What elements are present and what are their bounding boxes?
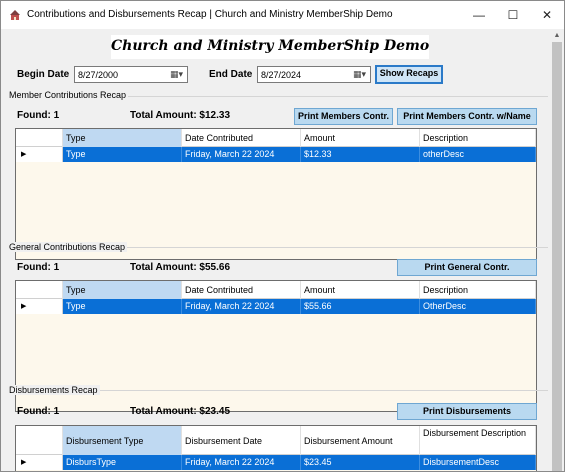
general-found-count: Found: 1 (17, 262, 60, 273)
grid-cell[interactable]: Type (63, 299, 182, 314)
scroll-up-arrow-icon[interactable]: ▲ (552, 31, 562, 41)
client-area: Church and Ministry MemberShip Demo Begi… (1, 29, 550, 471)
column-header[interactable]: Type (63, 129, 182, 147)
app-icon (10, 10, 20, 20)
row-indicator-icon[interactable]: ▶ (16, 455, 63, 470)
row-indicator-icon[interactable]: ▶ (16, 147, 63, 162)
grid-cell[interactable]: DisbursType (63, 455, 182, 470)
vertical-scrollbar[interactable]: ▲ (550, 29, 564, 471)
table-row[interactable]: ▶ Type Friday, March 22 2024 $12.33 othe… (16, 147, 536, 162)
member-found-count: Found: 1 (17, 110, 60, 121)
member-total-amount: Total Amount: $12.33 (130, 110, 231, 121)
grid-cell[interactable]: Type (63, 147, 182, 162)
disbursements-section-title: Disbursements Recap (7, 385, 100, 395)
title-bar[interactable]: Contributions and Disbursements Recap | … (1, 1, 564, 29)
column-header[interactable]: Disbursement Date (182, 426, 301, 455)
disbursements-total-amount: Total Amount: $23.45 (130, 406, 231, 417)
banner-title: Church and Ministry MemberShip Demo (111, 38, 430, 54)
row-header-corner (16, 426, 63, 455)
end-date-value: 8/27/2024 (261, 70, 302, 80)
begin-date-value: 8/27/2000 (78, 70, 119, 80)
column-header[interactable]: Description (420, 129, 536, 147)
general-total-amount: Total Amount: $55.66 (130, 262, 231, 273)
table-row[interactable]: ▶ Type Friday, March 22 2024 $55.66 Othe… (16, 299, 536, 314)
disbursements-grid[interactable]: Disbursement Type Disbursement Date Disb… (15, 425, 537, 471)
banner: Church and Ministry MemberShip Demo (111, 35, 429, 59)
scrollbar-thumb[interactable] (552, 42, 562, 471)
general-section-title: General Contributions Recap (7, 242, 128, 252)
begin-date-label: Begin Date (17, 69, 70, 80)
grid-cell[interactable]: $55.66 (301, 299, 420, 314)
grid-cell[interactable]: otherDesc (420, 147, 536, 162)
column-header[interactable]: Description (420, 281, 536, 299)
end-date-picker[interactable]: 8/27/2024 ▦▾ (257, 66, 371, 83)
show-recaps-button[interactable]: Show Recaps (375, 65, 443, 84)
minimize-button[interactable]: — (462, 1, 496, 29)
grid-cell[interactable]: Friday, March 22 2024 (182, 299, 301, 314)
print-members-button[interactable]: Print Members Contr. (294, 108, 393, 125)
close-button[interactable]: ✕ (530, 1, 564, 29)
grid-cell[interactable]: $12.33 (301, 147, 420, 162)
begin-date-picker[interactable]: 8/27/2000 ▦▾ (74, 66, 188, 83)
column-header[interactable]: Amount (301, 281, 420, 299)
member-contributions-grid[interactable]: Type Date Contributed Amount Description… (15, 128, 537, 260)
print-general-button[interactable]: Print General Contr. (397, 259, 537, 276)
column-header[interactable]: Disbursement Amount (301, 426, 420, 455)
print-disbursements-button[interactable]: Print Disbursements (397, 403, 537, 420)
grid-cell[interactable]: Friday, March 22 2024 (182, 455, 301, 470)
grid-cell[interactable]: DisbursementDesc (420, 455, 536, 470)
grid-cell[interactable]: Friday, March 22 2024 (182, 147, 301, 162)
member-section-title: Member Contributions Recap (7, 90, 129, 100)
table-row[interactable]: ▶ DisbursType Friday, March 22 2024 $23.… (16, 455, 536, 470)
maximize-button[interactable]: ☐ (496, 1, 530, 29)
row-indicator-icon[interactable]: ▶ (16, 299, 63, 314)
row-header-corner (16, 281, 63, 299)
column-header[interactable]: Date Contributed (182, 281, 301, 299)
calendar-dropdown-icon[interactable]: ▦▾ (170, 69, 184, 80)
grid-header: Type Date Contributed Amount Description (16, 281, 536, 299)
window-title: Contributions and Disbursements Recap | … (27, 9, 393, 20)
app-window: Contributions and Disbursements Recap | … (0, 0, 565, 472)
column-header[interactable]: Date Contributed (182, 129, 301, 147)
print-members-with-name-button[interactable]: Print Members Contr. w/Name (397, 108, 537, 125)
end-date-label: End Date (209, 69, 253, 80)
grid-header: Type Date Contributed Amount Description (16, 129, 536, 147)
row-header-corner (16, 129, 63, 147)
column-header[interactable]: Disbursement Description (420, 426, 536, 455)
column-header[interactable]: Type (63, 281, 182, 299)
disbursements-found-count: Found: 1 (17, 406, 60, 417)
calendar-dropdown-icon[interactable]: ▦▾ (353, 69, 367, 80)
grid-cell[interactable]: $23.45 (301, 455, 420, 470)
grid-header: Disbursement Type Disbursement Date Disb… (16, 426, 536, 455)
column-header[interactable]: Amount (301, 129, 420, 147)
column-header[interactable]: Disbursement Type (63, 426, 182, 455)
grid-cell[interactable]: OtherDesc (420, 299, 536, 314)
